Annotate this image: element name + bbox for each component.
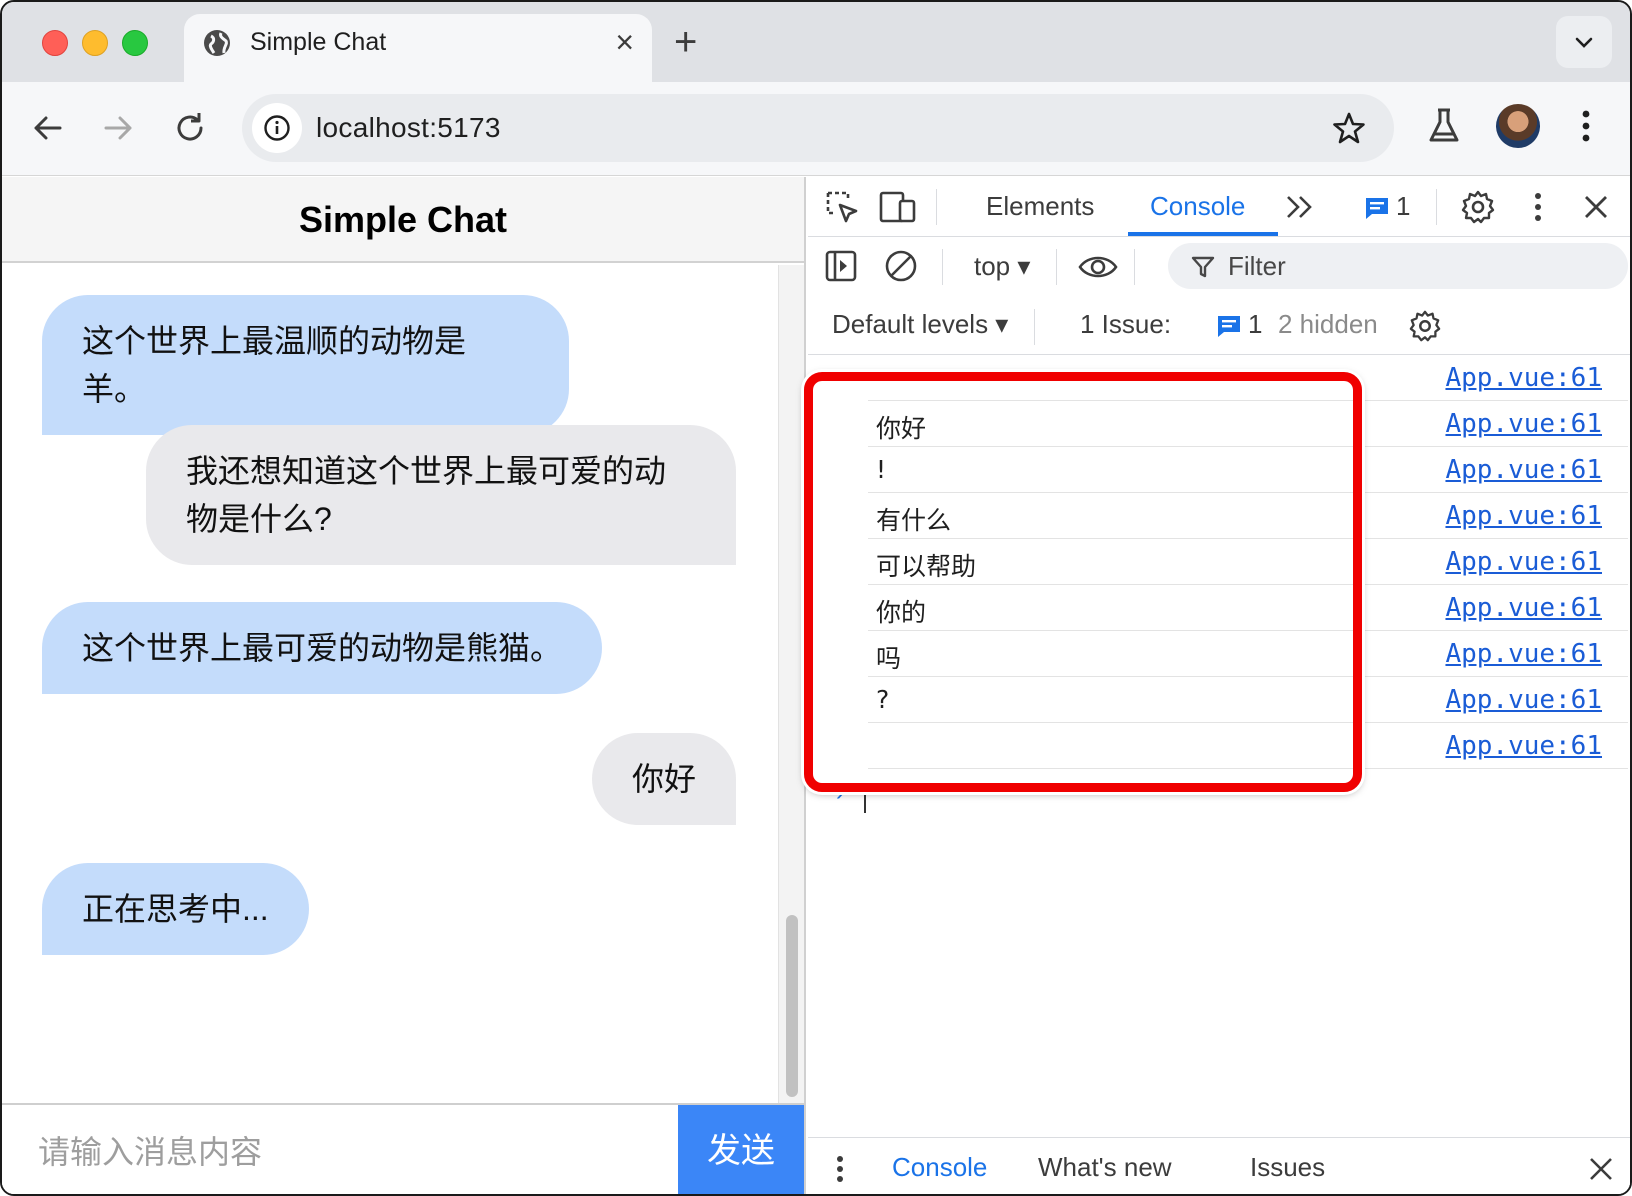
source-link[interactable]: App.vue:61 [1445,363,1602,393]
bookmark-star-icon[interactable] [1332,111,1366,145]
console-settings-gear-icon[interactable] [1408,309,1442,343]
browser-tab[interactable]: Simple Chat × [184,14,652,82]
annotation-highlight-box [804,372,1362,792]
tab-title: Simple Chat [250,28,387,56]
tab-console[interactable]: Console [1150,191,1245,222]
source-link[interactable]: App.vue:61 [1445,593,1602,623]
filter-placeholder: Filter [1228,251,1286,281]
maximize-window-button[interactable] [122,30,148,56]
toolbar-divider [1436,189,1437,225]
message-scrollbar[interactable] [778,265,804,1103]
source-link[interactable]: App.vue:61 [1445,501,1602,531]
log-levels-dropdown[interactable]: Default levels ▾ [832,309,1008,340]
chevron-down-icon [1575,37,1593,48]
scrollbar-thumb[interactable] [786,915,798,1097]
devtools-drawer: Console What's new Issues [808,1137,1630,1194]
log-levels-label: Default levels [832,309,989,339]
message-bot-thinking: 正在思考中... [42,863,309,955]
globe-icon [204,30,230,56]
send-button[interactable]: 发送 [678,1105,804,1194]
back-arrow-icon[interactable] [28,108,68,148]
source-link[interactable]: App.vue:61 [1445,639,1602,669]
address-bar[interactable]: localhost:5173 [242,94,1394,162]
toolbar-divider [1134,249,1135,285]
labs-flask-icon[interactable] [1427,106,1461,146]
toolbar-divider [1056,249,1057,285]
forward-arrow-icon[interactable] [98,108,138,148]
site-info-button[interactable] [252,103,302,153]
context-value: top [974,251,1011,281]
browser-window: Simple Chat × + localhost:5173 Simple Ch… [0,0,1632,1196]
more-vertical-icon[interactable] [1580,106,1592,146]
toolbar-divider [942,249,943,285]
drawer-tab-console[interactable]: Console [892,1152,987,1183]
source-link[interactable]: App.vue:61 [1445,455,1602,485]
message-bot: 这个世界上最可爱的动物是熊猫。 [42,602,602,694]
context-selector[interactable]: top ▾ [974,251,1030,282]
toolbar-divider [936,189,937,225]
tab-strip: Simple Chat × + [2,2,1630,82]
close-tab-icon[interactable]: × [615,24,634,61]
reload-icon[interactable] [170,108,210,148]
clear-console-icon[interactable] [884,249,918,283]
toolbar-divider [1034,309,1035,345]
info-icon [264,115,290,141]
browser-toolbar: localhost:5173 [2,82,1630,176]
devtools-menu-icon[interactable] [1532,189,1544,225]
more-tabs-chevron-icon[interactable] [1284,193,1316,221]
issues-label[interactable]: 1 Issue: [1080,309,1171,340]
filter-funnel-icon [1191,256,1215,278]
drawer-menu-icon[interactable] [834,1154,846,1184]
console-levels-bar: Default levels ▾ 1 Issue: 1 2 hidden [808,297,1630,355]
sidebar-toggle-icon[interactable] [824,249,858,283]
issues-count[interactable]: 1 [1396,191,1410,222]
settings-gear-icon[interactable] [1460,189,1496,225]
chat-header: Simple Chat [2,177,804,263]
message-input[interactable] [2,1105,678,1194]
message-user: 你好 [592,733,736,825]
input-bar: 发送 [2,1103,804,1194]
inspect-element-icon[interactable] [824,189,860,225]
source-link[interactable]: App.vue:61 [1445,731,1602,761]
active-tab-indicator [1128,232,1278,236]
issue-message-icon [1218,316,1240,337]
live-expression-eye-icon[interactable] [1078,253,1118,281]
devtools-main-toolbar: Elements Console 1 [808,177,1630,237]
device-toolbar-icon[interactable] [878,189,918,225]
url-text: localhost:5173 [316,112,501,143]
hidden-count: 2 hidden [1278,309,1378,339]
drawer-tab-whats-new[interactable]: What's new [1038,1152,1172,1183]
close-drawer-icon[interactable] [1588,1156,1614,1182]
message-bot: 这个世界上最温顺的动物是羊。 [42,295,569,435]
source-link[interactable]: App.vue:61 [1445,409,1602,439]
source-link[interactable]: App.vue:61 [1445,547,1602,577]
close-devtools-icon[interactable] [1582,193,1610,221]
web-page: Simple Chat 这个世界上最温顺的动物是羊。 我还想知道这个世界上最可爱… [2,177,806,1194]
new-tab-button[interactable]: + [674,20,697,65]
message-user: 我还想知道这个世界上最可爱的动物是什么? [146,425,736,565]
close-window-button[interactable] [42,30,68,56]
source-link[interactable]: App.vue:61 [1445,685,1602,715]
profile-avatar[interactable] [1496,104,1540,148]
message-badge-icon[interactable] [1364,195,1390,221]
minimize-window-button[interactable] [82,30,108,56]
page-title: Simple Chat [298,199,508,240]
tab-elements[interactable]: Elements [986,191,1094,222]
drawer-tab-issues[interactable]: Issues [1250,1152,1325,1183]
console-filter-input[interactable]: Filter [1168,243,1628,289]
message-list: 这个世界上最温顺的动物是羊。 我还想知道这个世界上最可爱的动物是什么? 这个世界… [2,265,778,1103]
tab-search-button[interactable] [1556,16,1612,68]
issue-count: 1 [1248,309,1263,339]
